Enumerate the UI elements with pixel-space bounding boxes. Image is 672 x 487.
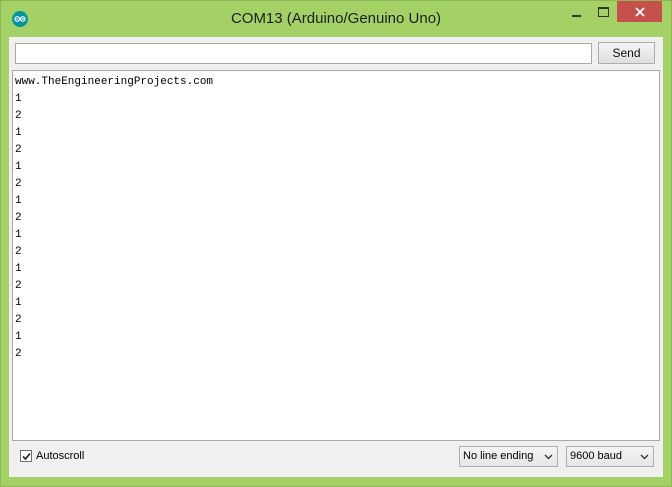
- send-input[interactable]: [15, 43, 592, 64]
- output-line: 1: [15, 297, 22, 309]
- output-line: 2: [15, 314, 22, 326]
- output-line: 2: [15, 110, 22, 122]
- output-line: 2: [15, 348, 22, 360]
- output-line: 2: [15, 212, 22, 224]
- check-icon: [21, 452, 31, 460]
- baud-rate-select[interactable]: 9600 baud: [566, 446, 654, 467]
- output-line: www.TheEngineeringProjects.com: [15, 76, 214, 88]
- autoscroll-label: Autoscroll: [36, 450, 85, 462]
- output-line: 1: [15, 331, 22, 343]
- serial-monitor-window: COM13 (Arduino/Genuino Uno) Send www.The…: [0, 0, 672, 487]
- line-ending-select[interactable]: No line ending: [459, 446, 558, 467]
- output-line: 1: [15, 161, 22, 173]
- autoscroll-checkbox[interactable]: [20, 450, 32, 462]
- autoscroll-toggle[interactable]: Autoscroll: [20, 450, 84, 462]
- output-line: 2: [15, 246, 22, 258]
- output-line: 2: [15, 178, 22, 190]
- output-line: 1: [15, 229, 22, 241]
- output-line: 1: [15, 127, 22, 139]
- maximize-button[interactable]: [591, 2, 615, 22]
- send-button[interactable]: Send: [598, 42, 655, 64]
- serial-monitor-body: Send www.TheEngineeringProjects.com 1 2 1 2 1…: [9, 37, 663, 477]
- output-line: 2: [15, 280, 22, 292]
- chevron-down-icon: [544, 454, 553, 460]
- close-icon: [634, 6, 645, 17]
- output-line: 2: [15, 144, 22, 156]
- output-line: 1: [15, 195, 22, 207]
- title-bar[interactable]: COM13 (Arduino/Genuino Uno): [1, 1, 671, 37]
- chevron-down-icon: [640, 454, 649, 460]
- baud-rate-value: 9600 baud: [570, 450, 622, 462]
- output-line: 1: [15, 93, 22, 105]
- output-line: 1: [15, 263, 22, 275]
- line-ending-value: No line ending: [463, 450, 534, 462]
- maximize-icon: [597, 7, 609, 17]
- minimize-icon: [571, 14, 581, 17]
- status-bar: Autoscroll No line ending 9600 baud: [9, 441, 663, 477]
- close-button[interactable]: [617, 1, 662, 22]
- minimize-button[interactable]: [564, 2, 588, 22]
- serial-output[interactable]: www.TheEngineeringProjects.com 1 2 1 2 1 2 1 2 1 2…: [12, 70, 660, 441]
